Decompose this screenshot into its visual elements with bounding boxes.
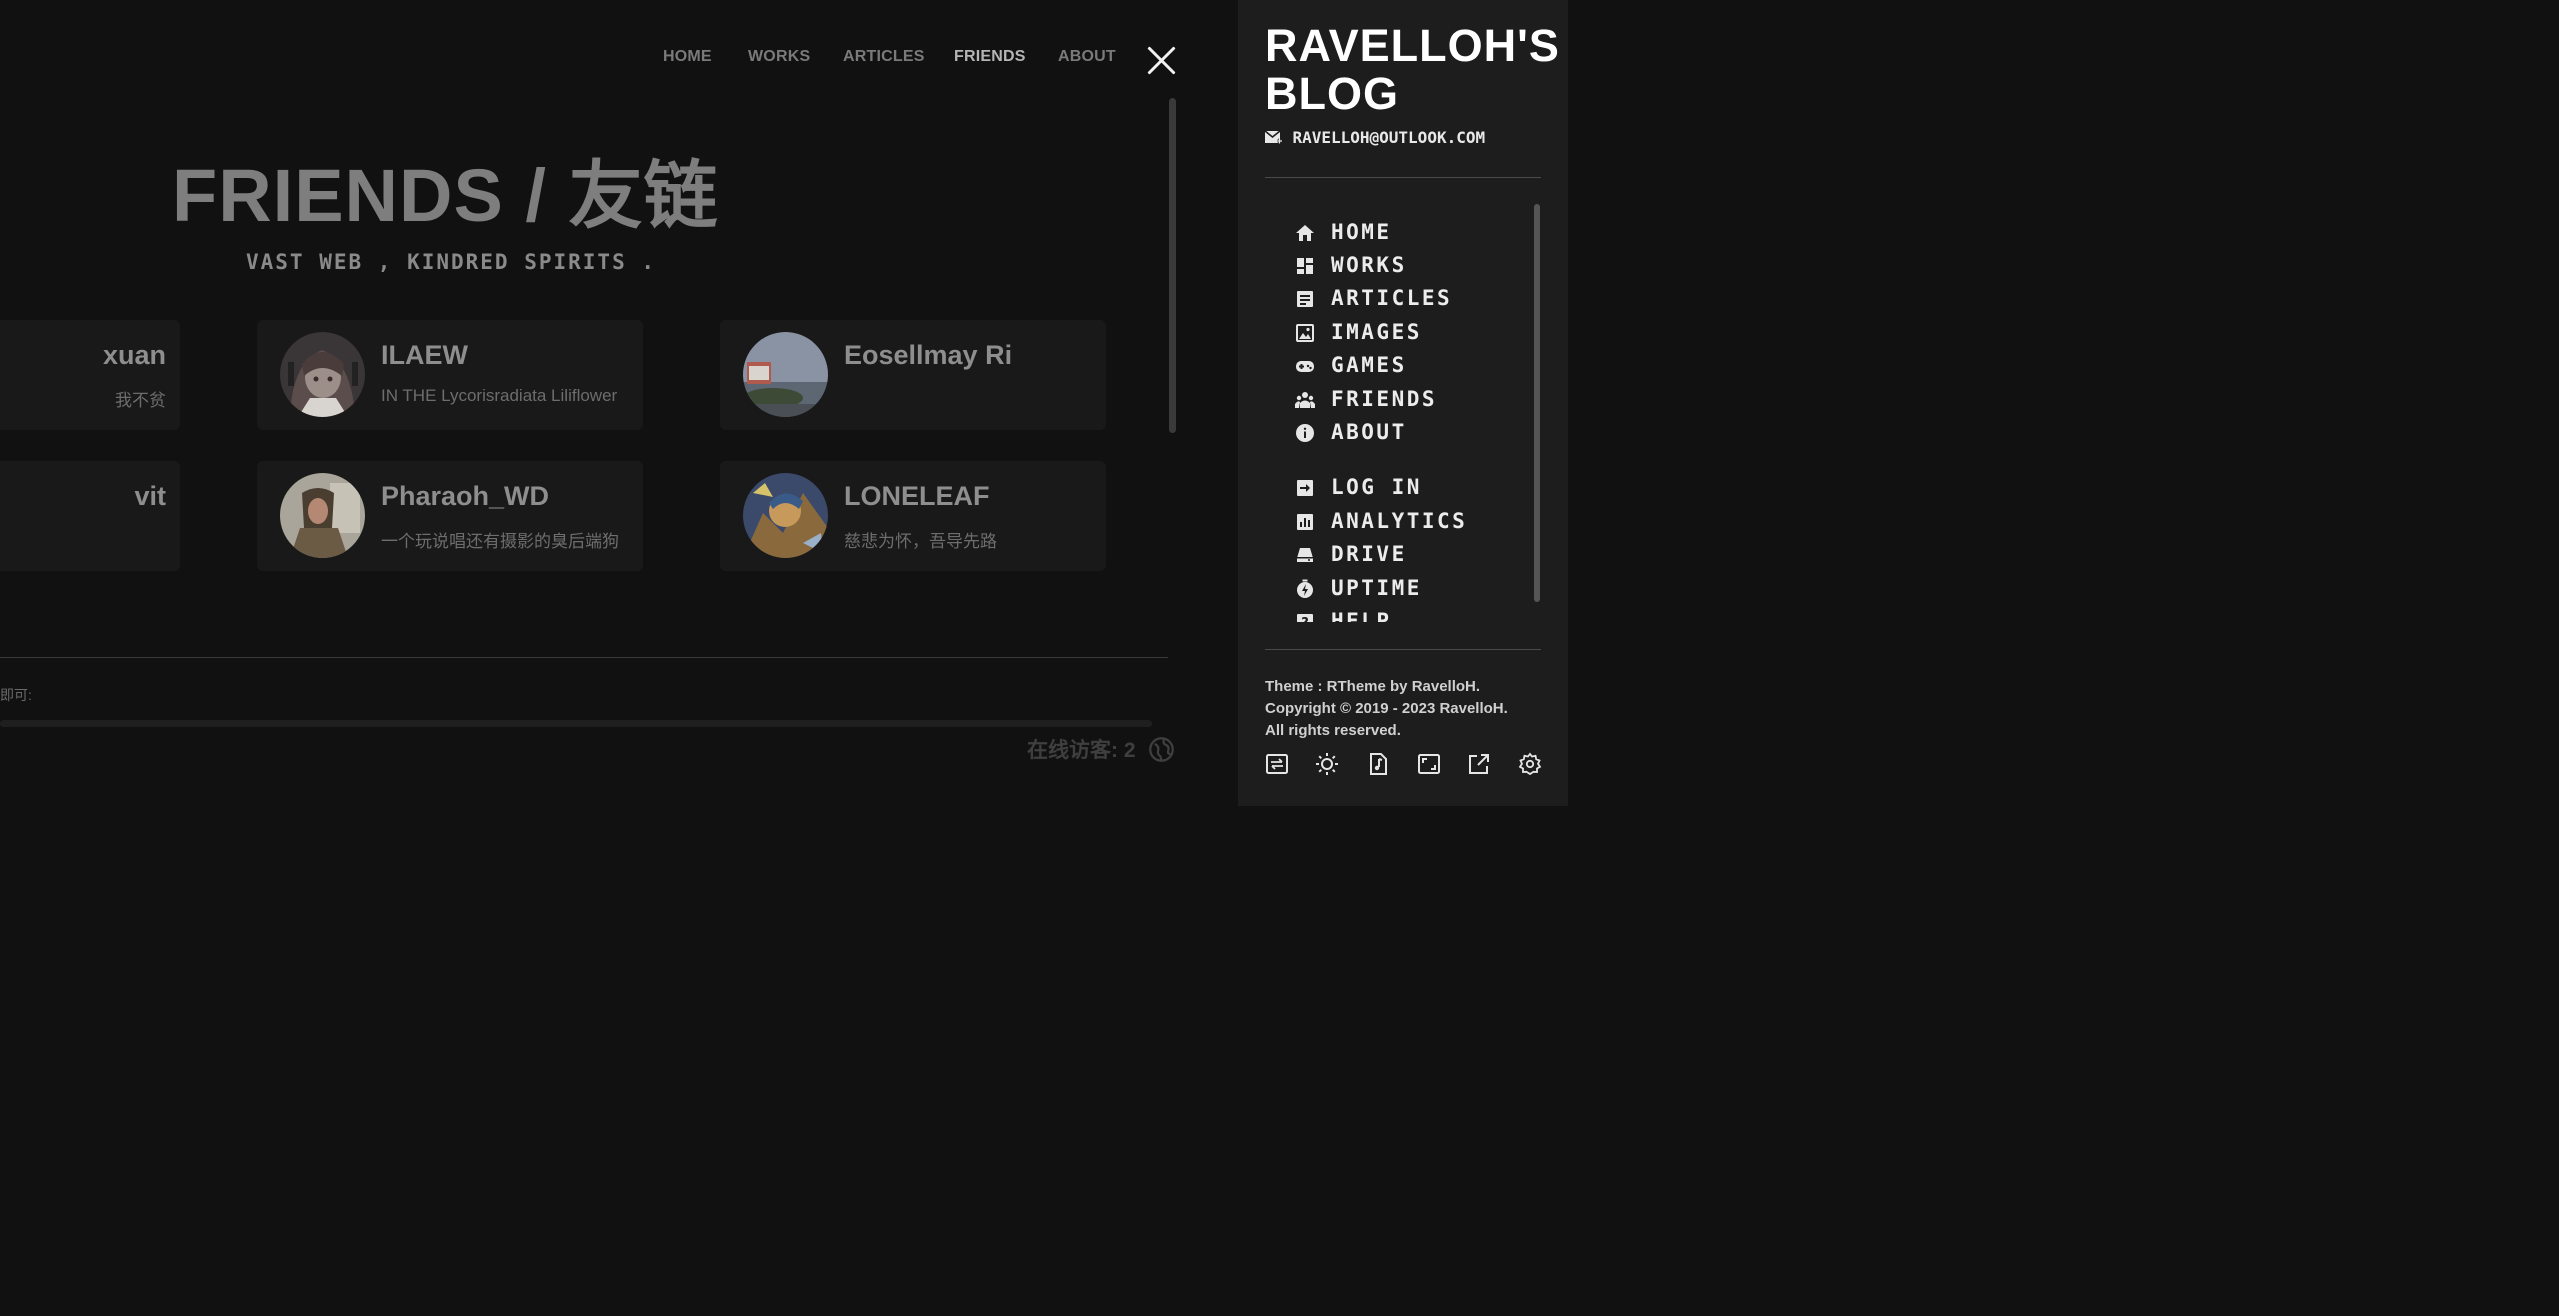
- image-icon: [1296, 324, 1314, 342]
- friend-card[interactable]: Pharaoh_WD 一个玩说唱还有摄影的臭后端狗: [257, 461, 643, 571]
- comment-input[interactable]: [0, 720, 1152, 727]
- analytics-icon: [1297, 514, 1313, 530]
- sun-icon[interactable]: [1315, 752, 1339, 776]
- friend-card[interactable]: LONELEAF 慈悲为怀，吾导先路: [720, 461, 1106, 571]
- friend-card[interactable]: vit: [0, 461, 180, 571]
- sidebar-footer: Theme : RTheme by RavelloH. Copyright © …: [1265, 676, 1555, 742]
- sidebar-item-label: HOME: [1331, 220, 1392, 244]
- sidebar-item-label: WORKS: [1331, 253, 1407, 277]
- mail-icon: [1265, 129, 1282, 143]
- sidebar-item-label: UPTIME: [1331, 576, 1422, 600]
- sidebar-item-label: HELP: [1331, 609, 1392, 622]
- info-icon: [1296, 424, 1314, 442]
- friend-avatar: [743, 473, 828, 558]
- email-text: RAVELLOH@OUTLOOK.COM: [1292, 128, 1486, 147]
- drive-icon: [1297, 548, 1313, 562]
- sidebar-divider: [1265, 177, 1541, 178]
- article-icon: [1297, 291, 1313, 307]
- friend-name: xuan: [102, 340, 166, 370]
- footer-toolbar: [1265, 752, 1555, 778]
- copyright-text: Copyright © 2019 - 2023 RavelloH.: [1265, 700, 1508, 717]
- friend-card[interactable]: xuan 我不贫: [0, 320, 180, 430]
- dashboard-icon: [1297, 258, 1313, 274]
- sidebar-menu: HOME WORKS ARTICLES IMAGES GAMES FRIENDS…: [1265, 202, 1545, 622]
- external-link-icon[interactable]: [1467, 752, 1491, 776]
- online-visitors: 在线访客: 2: [1027, 734, 1175, 764]
- page-title: FRIENDS / 友链: [172, 154, 719, 237]
- sidebar-scrollbar[interactable]: [1534, 204, 1540, 602]
- fullscreen-icon[interactable]: [1417, 752, 1441, 776]
- friend-card[interactable]: Eosellmay Ri: [720, 320, 1106, 430]
- sidebar-item-label: ABOUT: [1331, 420, 1407, 444]
- sidebar-item-label: GAMES: [1331, 353, 1407, 377]
- sidebar-item-label: IMAGES: [1331, 320, 1422, 344]
- nav-friends[interactable]: FRIENDS: [954, 48, 1026, 66]
- sidebar-item-label: ARTICLES: [1331, 286, 1453, 310]
- page-subtitle: VAST WEB , KINDRED SPIRITS .: [246, 250, 657, 274]
- nav-articles[interactable]: ARTICLES: [843, 48, 925, 66]
- music-icon[interactable]: [1366, 752, 1390, 776]
- friend-desc: 一个玩说唱还有摄影的臭后端狗: [381, 532, 619, 551]
- login-icon: [1297, 480, 1313, 496]
- sidebar-item-label: DRIVE: [1331, 542, 1407, 566]
- sidebar-item-label: ANALYTICS: [1331, 509, 1468, 533]
- sidebar-divider: [1265, 649, 1541, 650]
- friend-name: LONELEAF: [844, 481, 990, 511]
- friend-name: ILAEW: [381, 340, 468, 370]
- friend-desc: 我不贫: [115, 391, 166, 410]
- email-link[interactable]: RAVELLOH@OUTLOOK.COM: [1265, 128, 1485, 147]
- help-icon: ?: [1297, 614, 1313, 622]
- sidebar-item-label: LOG IN: [1331, 475, 1422, 499]
- friend-desc: 慈悲为怀，吾导先路: [844, 532, 997, 551]
- main-scrollbar[interactable]: [1169, 98, 1176, 433]
- friend-avatar: [280, 473, 365, 558]
- comment-hint: 即可:: [0, 687, 32, 703]
- timer-icon: [1297, 579, 1313, 598]
- theme-credit: Theme : RTheme by RavelloH.: [1265, 678, 1481, 695]
- friend-avatar: [743, 332, 828, 417]
- section-divider: [0, 657, 1168, 658]
- friend-name: vit: [134, 481, 166, 511]
- svg-text:?: ?: [1301, 616, 1309, 622]
- close-menu-button[interactable]: [1141, 41, 1181, 81]
- nav-home[interactable]: HOME: [663, 48, 712, 66]
- friend-avatar: [280, 332, 365, 417]
- sidebar-item-label: FRIENDS: [1331, 387, 1438, 411]
- nav-about[interactable]: ABOUT: [1058, 48, 1116, 66]
- home-icon: [1296, 225, 1314, 241]
- people-icon: [1295, 392, 1315, 408]
- sidebar: RAVELLOH'S BLOG RAVELLOH@OUTLOOK.COM HOM…: [1238, 0, 1568, 806]
- rights-text: All rights reserved.: [1265, 722, 1401, 739]
- friend-desc: IN THE Lycorisradiata Liliflower: [381, 386, 618, 405]
- gamepad-icon: [1296, 361, 1314, 372]
- friend-name: Pharaoh_WD: [381, 481, 550, 511]
- settings-icon[interactable]: [1518, 752, 1542, 776]
- friend-name: Eosellmay Ri: [844, 340, 1013, 370]
- main-content: HOME WORKS ARTICLES FRIENDS ABOUT FRIEND…: [0, 0, 1238, 806]
- friend-card[interactable]: ILAEW IN THE Lycorisradiata Liliflower: [257, 320, 643, 430]
- nav-works[interactable]: WORKS: [748, 48, 810, 66]
- blog-title[interactable]: RAVELLOH'S BLOG: [1265, 22, 1565, 118]
- swap-icon[interactable]: [1265, 752, 1289, 776]
- globe-icon: [1149, 736, 1174, 762]
- online-visitors-text: 在线访客: 2: [1027, 739, 1136, 762]
